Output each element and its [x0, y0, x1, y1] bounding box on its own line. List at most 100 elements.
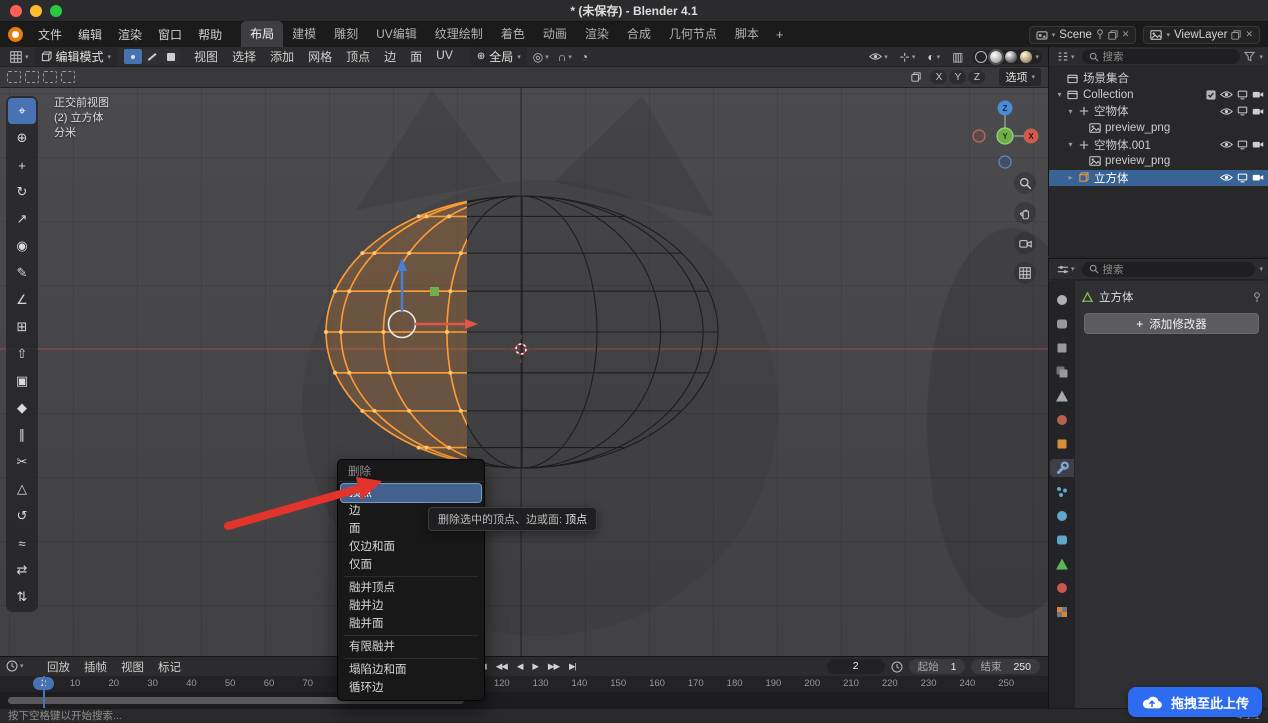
move-tool-button[interactable]: + — [8, 152, 36, 178]
disclosure-arrow[interactable]: ▾ — [1054, 90, 1065, 99]
zoom-icon[interactable] — [1014, 172, 1036, 194]
material-properties-tab[interactable] — [1050, 579, 1074, 597]
outliner-row[interactable]: ▸立方体 — [1049, 170, 1268, 187]
scale-tool-button[interactable]: ↗ — [8, 206, 36, 232]
scene-selector[interactable]: ▾ Scene ✕ — [1029, 26, 1137, 44]
select-box-tool-button[interactable]: ⌖ — [8, 98, 36, 124]
disclosure-arrow[interactable]: ▾ — [1065, 107, 1076, 116]
close-window-button[interactable] — [10, 5, 22, 17]
gizmo-neg-x-ball[interactable] — [973, 130, 985, 142]
ortho-toggle-icon[interactable] — [1014, 262, 1036, 284]
editor-type-button[interactable]: ▾ — [6, 49, 32, 65]
drag-upload-button[interactable]: 拖拽至此上传 — [1128, 687, 1262, 717]
transform-orientation-dropdown[interactable]: ⊕ 全局 ▾ — [471, 47, 527, 66]
context-menu-item[interactable]: 循环边 — [341, 679, 481, 697]
camera-view-icon[interactable] — [1014, 232, 1036, 254]
menu-window[interactable]: 窗口 — [150, 24, 190, 45]
filter-funnel-icon[interactable] — [1244, 51, 1255, 62]
new-scene-button[interactable] — [1108, 30, 1118, 40]
remove-viewlayer-button[interactable]: ✕ — [1245, 29, 1253, 40]
extrude-region-tool-button[interactable]: ⇧ — [8, 341, 36, 367]
camera-toggle[interactable] — [1252, 90, 1264, 99]
viewport-menu-edge[interactable]: 边 — [377, 47, 403, 66]
material-preview-button[interactable] — [1005, 51, 1017, 63]
menu-help[interactable]: 帮助 — [190, 24, 230, 45]
wireframe-shading-button[interactable] — [975, 51, 987, 63]
camera-toggle[interactable] — [1252, 173, 1264, 182]
workspace-tab-animation[interactable]: 动画 — [534, 21, 576, 47]
knife-tool-button[interactable]: ✂ — [8, 449, 36, 475]
rotate-tool-button[interactable]: ↻ — [8, 179, 36, 205]
viewport-menu-uv[interactable]: UV — [429, 47, 460, 66]
proportional-edit-button[interactable]: ◔ — [578, 49, 591, 65]
pin-id-icon[interactable] — [1253, 292, 1261, 303]
workspace-tab-texture-paint[interactable]: 纹理绘制 — [426, 21, 492, 47]
outliner-row[interactable]: 场景集合 — [1049, 70, 1268, 87]
viewport-menu-view[interactable]: 视图 — [187, 47, 225, 66]
play-button[interactable]: ▶ — [529, 659, 541, 674]
overlays-dropdown[interactable]: ◐▾ — [924, 49, 943, 65]
viewport-menu-add[interactable]: 添加 — [263, 47, 301, 66]
loop-cut-tool-button[interactable]: ∥ — [8, 422, 36, 448]
workspace-tab-uv-editing[interactable]: UV编辑 — [367, 21, 426, 47]
snap-toggle-button[interactable]: ∩▾ — [555, 49, 575, 65]
mode-dropdown[interactable]: 编辑模式 ▾ — [35, 47, 118, 66]
object-properties-tab[interactable] — [1050, 435, 1074, 453]
scene-properties-tab[interactable] — [1050, 387, 1074, 405]
render-properties-tab[interactable] — [1050, 315, 1074, 333]
texture-properties-tab[interactable] — [1050, 603, 1074, 621]
minimize-window-button[interactable] — [30, 5, 42, 17]
workspace-tab-layout[interactable]: 布局 — [241, 21, 283, 47]
add-cube-tool-button[interactable]: ⊞ — [8, 314, 36, 340]
workspace-tab-scripting[interactable]: 脚本 — [726, 21, 768, 47]
context-menu-item[interactable]: 融并面 — [341, 615, 481, 633]
prev-keyframe-button[interactable]: ◀◀ — [493, 659, 510, 674]
outliner-row[interactable]: ▾空物体 — [1049, 103, 1268, 120]
modifiers-properties-tab[interactable] — [1050, 459, 1074, 477]
context-menu-item[interactable]: 仅面 — [341, 556, 481, 574]
vertex-select-toggle[interactable] — [124, 49, 142, 64]
cursor-tool-button[interactable]: ⊕ — [8, 125, 36, 151]
transform-tool-button[interactable]: ◉ — [8, 233, 36, 259]
timeline-ruler[interactable]: 2 10203040506070809010011012013014015016… — [0, 676, 1048, 692]
object-data-properties-tab[interactable] — [1050, 555, 1074, 573]
select-subtract-mode-button[interactable] — [43, 71, 57, 83]
navigation-gizmo[interactable]: Z X Y — [968, 94, 1042, 170]
current-frame-field[interactable]: 2 — [827, 659, 885, 674]
mirror-axis-y-toggle[interactable]: Y — [949, 70, 966, 84]
next-keyframe-button[interactable]: ▶▶ — [545, 659, 562, 674]
workspace-tab-geometry-nodes[interactable]: 几何节点 — [660, 21, 726, 47]
jump-to-end-button[interactable]: ▶| — [566, 659, 579, 674]
view-layer-properties-tab[interactable] — [1050, 363, 1074, 381]
viewport-menu-mesh[interactable]: 网格 — [301, 47, 339, 66]
eye-toggle[interactable] — [1220, 90, 1233, 99]
select-new-mode-button[interactable] — [7, 71, 21, 83]
outliner-row[interactable]: ▾Collection — [1049, 87, 1268, 104]
shrink-fatten-tool-button[interactable]: ⇅ — [8, 584, 36, 610]
chevron-down-icon[interactable]: ▾ — [1259, 53, 1263, 61]
viewport-menu-face[interactable]: 面 — [403, 47, 429, 66]
timeline-menu-playback[interactable]: 回放 — [40, 658, 77, 676]
screen-toggle[interactable] — [1237, 173, 1248, 183]
world-properties-tab[interactable] — [1050, 411, 1074, 429]
select-intersect-mode-button[interactable] — [61, 71, 75, 83]
tool-options-dropdown[interactable]: 选项 ▾ — [999, 68, 1041, 86]
inset-faces-tool-button[interactable]: ▣ — [8, 368, 36, 394]
visibility-dropdown[interactable]: ▾ — [866, 51, 891, 62]
screen-toggle[interactable] — [1237, 140, 1248, 150]
timeline-menu-keying[interactable]: 插帧 — [77, 658, 114, 676]
workspace-tab-sculpting[interactable]: 雕刻 — [325, 21, 367, 47]
xray-toggle-button[interactable]: ▥ — [949, 49, 966, 65]
3d-viewport[interactable]: 正交前视图 (2) 立方体 分米 ⌖⊕+↻↗◉✎∠⊞⇧▣◆∥✂△↺≈⇄⇅ Z X… — [0, 88, 1048, 656]
smooth-tool-button[interactable]: ≈ — [8, 530, 36, 556]
properties-search-input[interactable]: 搜索 — [1082, 262, 1256, 277]
play-reverse-button[interactable]: ◀ — [514, 659, 526, 674]
outliner-row[interactable]: ▾空物体.001 — [1049, 136, 1268, 153]
timeline-menu-view[interactable]: 视图 — [114, 658, 151, 676]
outliner-row[interactable]: preview_png — [1049, 153, 1268, 170]
pan-hand-icon[interactable] — [1014, 202, 1036, 224]
face-select-toggle[interactable] — [162, 49, 180, 64]
screen-toggle[interactable] — [1237, 106, 1248, 116]
checkbox-toggle[interactable] — [1206, 90, 1216, 100]
menu-render[interactable]: 渲染 — [110, 24, 150, 45]
